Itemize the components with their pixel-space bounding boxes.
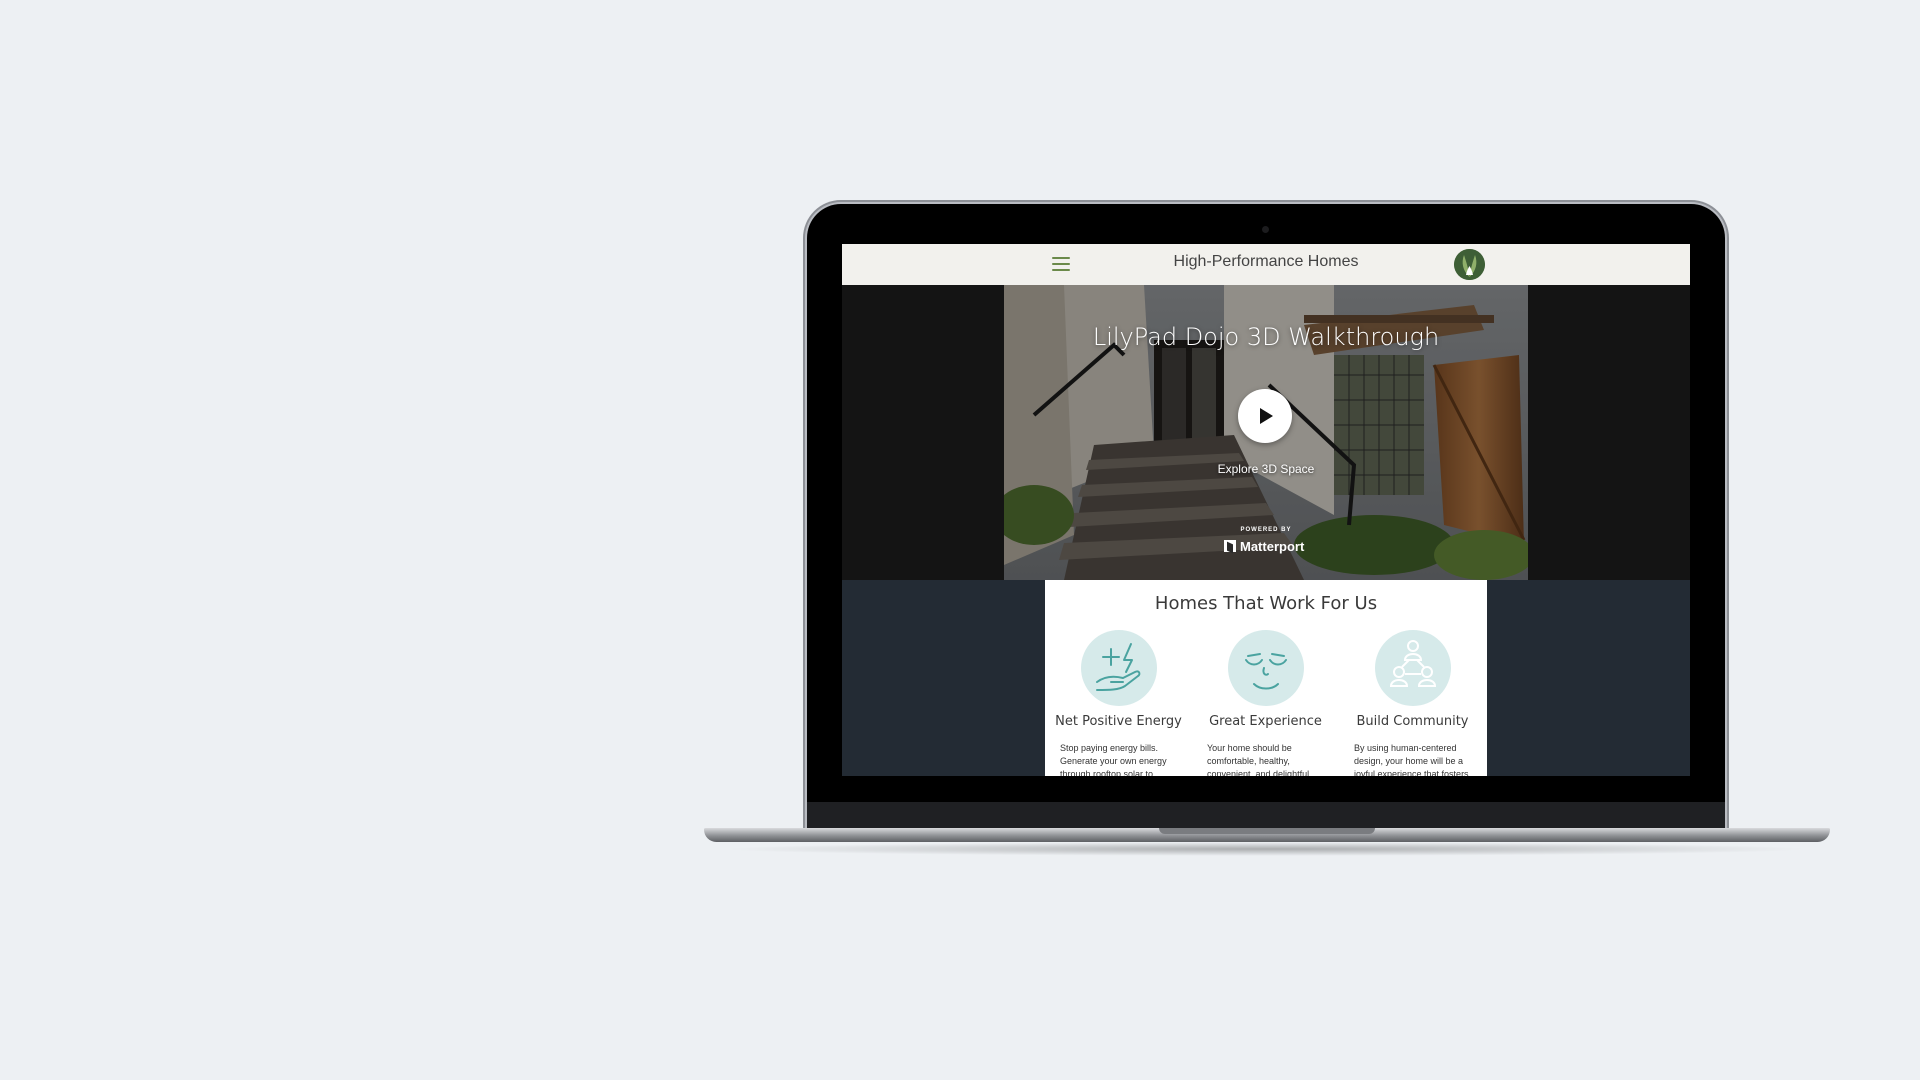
laptop-shadow (720, 842, 1812, 856)
play-icon (1260, 408, 1273, 424)
people-network-icon (1375, 630, 1451, 706)
feature-description: Your home should be comfortable, healthy… (1207, 743, 1312, 776)
matterport-label: Matterport (1240, 538, 1305, 554)
feature-description: By using human-centered design, your hom… (1354, 743, 1469, 776)
site-title: High-Performance Homes (1173, 253, 1359, 270)
matterport-logo[interactable]: Matterport (1224, 538, 1304, 554)
explore-3d-label[interactable]: Explore 3D Space (1004, 462, 1528, 476)
feature-title: Build Community (1356, 714, 1469, 729)
lotus-logo-icon[interactable] (1454, 249, 1485, 280)
laptop-base (704, 828, 1830, 842)
laptop-base-notch (1159, 828, 1375, 834)
features-card: Homes That Work For Us Net Positive Ener… (1045, 580, 1487, 776)
video-title: LilyPad Dojo 3D Walkthrough (1092, 323, 1440, 351)
smiling-face-icon (1228, 630, 1304, 706)
features-band: Homes That Work For Us Net Positive Ener… (842, 580, 1690, 776)
laptop-chin (807, 802, 1725, 830)
play-button[interactable] (1238, 389, 1292, 443)
laptop-screen: High-Performance Homes LilyPad Dojo 3D W… (842, 244, 1690, 776)
camera (1262, 226, 1269, 233)
features-heading: Homes That Work For Us (1154, 593, 1378, 614)
feature-title: Great Experience (1209, 714, 1322, 729)
feature-description: Stop paying energy bills. Generate your … (1060, 743, 1167, 776)
powered-by-label: POWERED BY (1240, 527, 1292, 533)
matterport-icon (1224, 540, 1236, 552)
walkthrough-video[interactable]: LilyPad Dojo 3D Walkthrough Explore 3D S… (1004, 285, 1528, 580)
site-header: High-Performance Homes (842, 244, 1690, 285)
hand-energy-icon (1081, 630, 1157, 706)
video-band: LilyPad Dojo 3D Walkthrough Explore 3D S… (842, 285, 1690, 580)
feature-title: Net Positive Energy (1055, 714, 1182, 729)
